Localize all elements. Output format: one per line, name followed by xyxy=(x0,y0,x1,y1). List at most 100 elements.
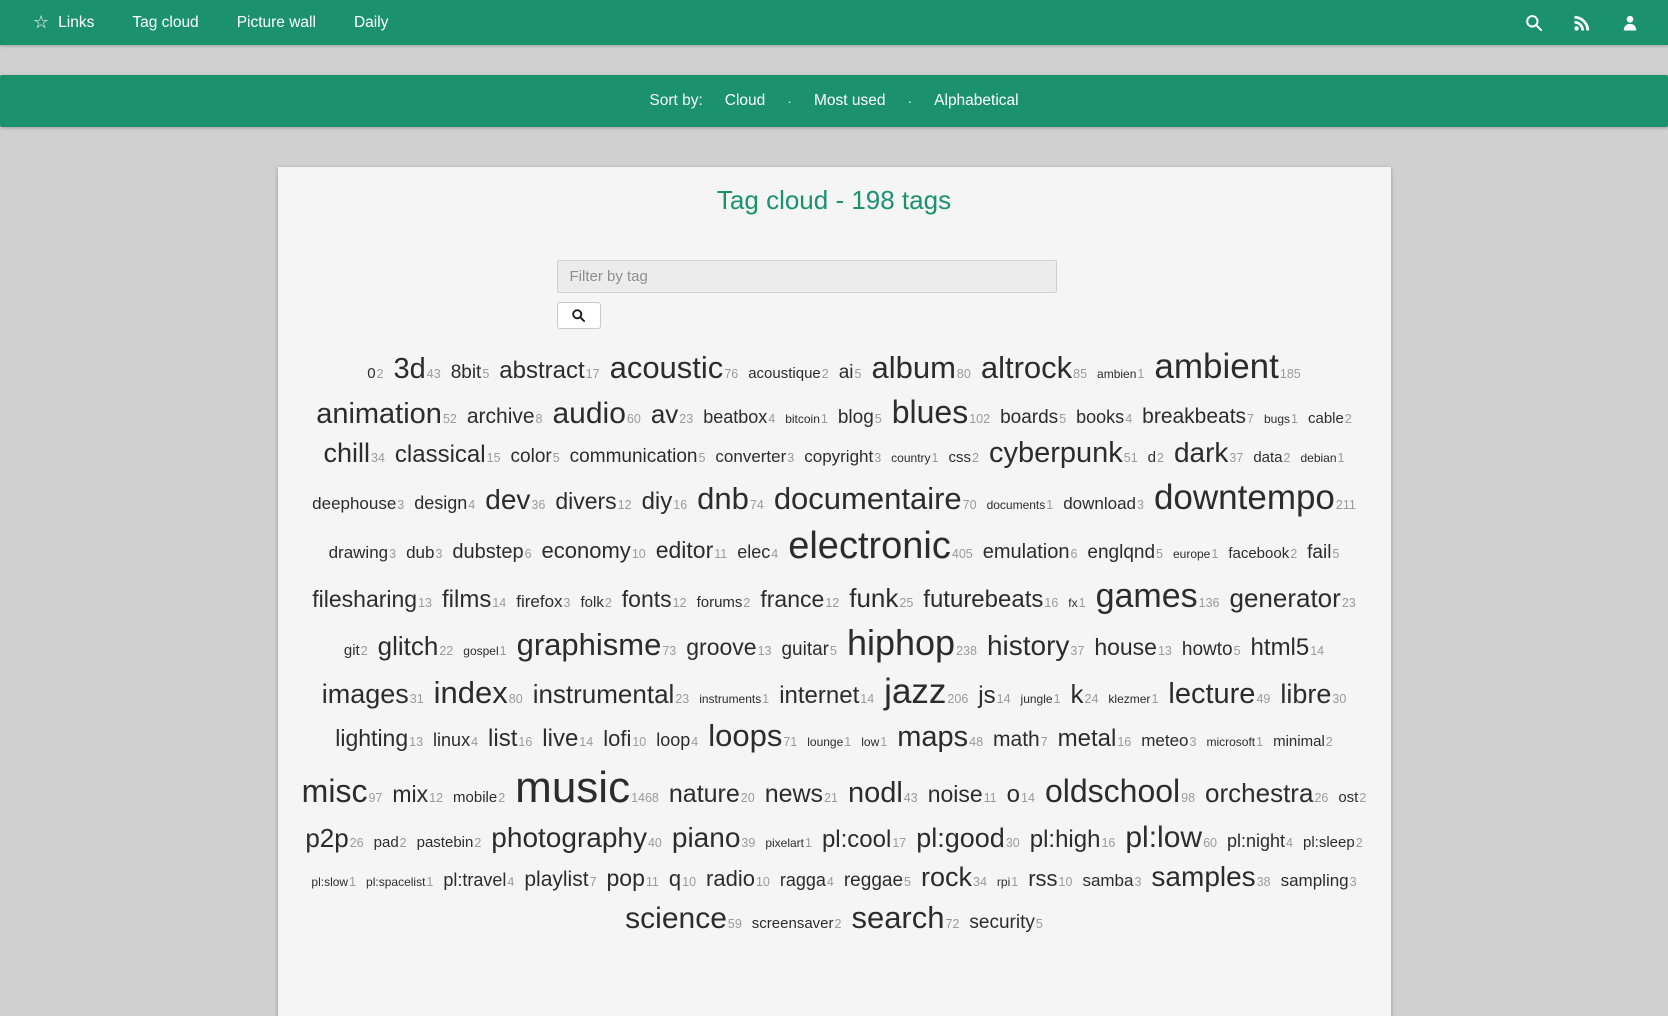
tag-instrumental[interactable]: instrumental23 xyxy=(533,678,690,712)
tag-live[interactable]: live14 xyxy=(542,723,593,754)
tag-gospel[interactable]: gospel1 xyxy=(463,643,506,660)
tag-folk[interactable]: folk2 xyxy=(581,593,612,613)
tag-archive[interactable]: archive8 xyxy=(467,403,543,430)
tag-cyberpunk[interactable]: cyberpunk51 xyxy=(989,435,1138,473)
tag-acoustic[interactable]: acoustic76 xyxy=(610,348,739,388)
tag-emulation[interactable]: emulation6 xyxy=(983,539,1078,565)
sort-option-cloud[interactable]: Cloud xyxy=(725,92,766,110)
tag-pl:travel[interactable]: pl:travel4 xyxy=(443,869,514,892)
tag-deephouse[interactable]: deephouse3 xyxy=(312,493,404,515)
tag-samples[interactable]: samples38 xyxy=(1151,859,1270,895)
tag-funk[interactable]: funk25 xyxy=(849,582,913,616)
tag-diy[interactable]: diy16 xyxy=(642,486,688,517)
tag-d[interactable]: d2 xyxy=(1148,448,1164,468)
tag-jungle[interactable]: jungle1 xyxy=(1021,691,1061,708)
tag-communication[interactable]: communication5 xyxy=(570,445,706,470)
tag-acoustique[interactable]: acoustique2 xyxy=(748,364,829,384)
tag-images[interactable]: images31 xyxy=(322,677,424,712)
tag-misc[interactable]: misc97 xyxy=(302,771,383,813)
tag-search[interactable]: search72 xyxy=(851,898,959,938)
tag-music[interactable]: music1468 xyxy=(515,759,659,816)
tag-ragga[interactable]: ragga4 xyxy=(780,869,834,892)
tag-loops[interactable]: loops71 xyxy=(708,716,797,756)
tag-mobile[interactable]: mobile2 xyxy=(453,788,505,808)
tag-filter-input[interactable] xyxy=(557,260,1057,293)
tag-hiphop[interactable]: hiphop238 xyxy=(847,620,977,667)
tag-noise[interactable]: noise11 xyxy=(928,780,997,810)
tag-q[interactable]: q10 xyxy=(669,865,696,894)
tag-electronic[interactable]: electronic405 xyxy=(788,522,973,571)
tag-howto[interactable]: howto5 xyxy=(1182,638,1241,663)
tag-debian[interactable]: debian1 xyxy=(1300,450,1344,467)
tag-0[interactable]: 02 xyxy=(367,364,383,384)
tag-dev[interactable]: dev36 xyxy=(485,482,545,518)
tag-pixelart[interactable]: pixelart1 xyxy=(765,835,812,852)
tag-internet[interactable]: internet14 xyxy=(779,680,874,711)
tag-pl:night[interactable]: pl:night4 xyxy=(1227,830,1293,853)
tag-screensaver[interactable]: screensaver2 xyxy=(752,914,842,934)
tag-dubstep[interactable]: dubstep6 xyxy=(452,539,531,565)
tag-futurebeats[interactable]: futurebeats16 xyxy=(923,584,1058,615)
tag-filesharing[interactable]: filesharing13 xyxy=(312,585,432,615)
tag-cable[interactable]: cable2 xyxy=(1308,409,1352,429)
tag-rss[interactable]: rss10 xyxy=(1028,865,1072,894)
tag-graphisme[interactable]: graphisme73 xyxy=(517,625,677,665)
tag-audio[interactable]: audio60 xyxy=(553,394,641,433)
nav-item-daily[interactable]: Daily xyxy=(354,14,388,32)
tag-editor[interactable]: editor11 xyxy=(656,536,728,566)
tag-pop[interactable]: pop11 xyxy=(607,864,659,894)
tag-abstract[interactable]: abstract17 xyxy=(499,355,599,386)
tag-metal[interactable]: metal16 xyxy=(1058,723,1132,754)
tag-altrock[interactable]: altrock85 xyxy=(981,348,1087,388)
tag-radio[interactable]: radio10 xyxy=(706,865,770,894)
tag-pad[interactable]: pad2 xyxy=(374,833,407,853)
tag-pastebin[interactable]: pastebin2 xyxy=(417,833,482,853)
tag-englqnd[interactable]: englqnd5 xyxy=(1087,541,1163,566)
tag-loop[interactable]: loop4 xyxy=(656,729,698,752)
tag-samba[interactable]: samba3 xyxy=(1082,870,1141,892)
tag-design[interactable]: design4 xyxy=(414,492,475,515)
tag-news[interactable]: news21 xyxy=(765,778,838,811)
tag-js[interactable]: js14 xyxy=(978,680,1010,711)
tag-jazz[interactable]: jazz206 xyxy=(884,669,968,715)
user-icon[interactable] xyxy=(1620,13,1640,33)
tag-nodl[interactable]: nodl43 xyxy=(848,775,918,813)
tag-8bit[interactable]: 8bit5 xyxy=(451,361,490,386)
nav-item-links[interactable]: ☆ Links xyxy=(33,14,94,32)
tag-lounge[interactable]: lounge1 xyxy=(807,734,851,751)
tag-converter[interactable]: converter3 xyxy=(715,446,794,468)
tag-photography[interactable]: photography40 xyxy=(491,820,662,856)
tag-data[interactable]: data2 xyxy=(1253,448,1290,468)
tag-ambient[interactable]: ambient185 xyxy=(1154,344,1300,390)
filter-submit-button[interactable] xyxy=(557,302,601,329)
tag-glitch[interactable]: glitch22 xyxy=(378,630,454,664)
tag-country[interactable]: country1 xyxy=(891,450,938,467)
tag-fail[interactable]: fail5 xyxy=(1307,541,1339,566)
tag-orchestra[interactable]: orchestra26 xyxy=(1205,777,1328,811)
tag-generator[interactable]: generator23 xyxy=(1230,582,1356,616)
tag-sampling[interactable]: sampling3 xyxy=(1281,870,1357,892)
tag-books[interactable]: books4 xyxy=(1076,406,1132,429)
tag-beatbox[interactable]: beatbox4 xyxy=(703,406,775,429)
nav-item-tag-cloud[interactable]: Tag cloud xyxy=(132,14,198,32)
tag-pl:low[interactable]: pl:low60 xyxy=(1125,818,1217,857)
tag-pl:good[interactable]: pl:good30 xyxy=(916,821,1020,856)
tag-k[interactable]: k24 xyxy=(1071,678,1099,712)
tag-rock[interactable]: rock34 xyxy=(921,860,987,895)
tag-meteo[interactable]: meteo3 xyxy=(1141,730,1196,752)
tag-europe[interactable]: europe1 xyxy=(1173,546,1218,563)
tag-breakbeats[interactable]: breakbeats7 xyxy=(1142,403,1254,430)
tag-oldschool[interactable]: oldschool98 xyxy=(1045,771,1195,813)
tag-dark[interactable]: dark37 xyxy=(1174,435,1243,471)
tag-classical[interactable]: classical15 xyxy=(395,439,501,470)
tag-pl:sleep[interactable]: pl:sleep2 xyxy=(1303,833,1363,853)
tag-minimal[interactable]: minimal2 xyxy=(1273,732,1333,752)
rss-icon[interactable] xyxy=(1572,13,1592,33)
tag-klezmer[interactable]: klezmer1 xyxy=(1108,691,1158,708)
tag-3d[interactable]: 3d43 xyxy=(394,351,441,389)
tag-lofi[interactable]: lofi10 xyxy=(603,725,646,754)
tag-economy[interactable]: economy10 xyxy=(542,537,646,566)
tag-pl:cool[interactable]: pl:cool17 xyxy=(822,824,906,855)
tag-divers[interactable]: divers12 xyxy=(555,487,631,517)
tag-p2p[interactable]: p2p26 xyxy=(305,822,363,856)
